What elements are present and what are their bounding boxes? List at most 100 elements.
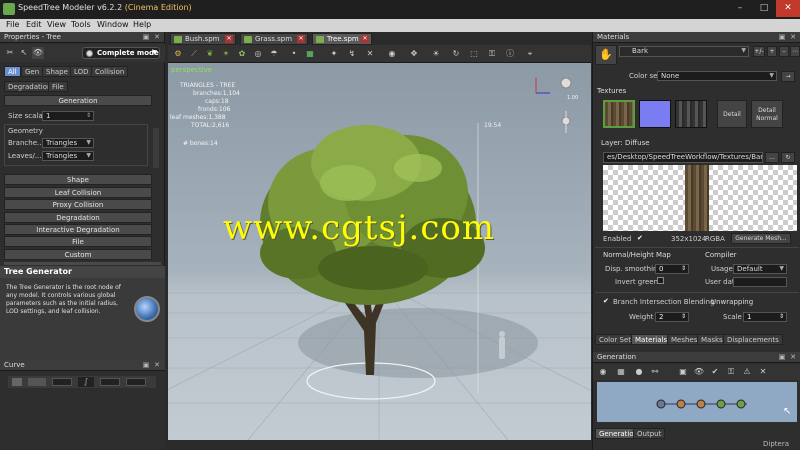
close-panel-icon[interactable]: ✕ [789,33,797,41]
grid-icon[interactable]: ▦ [304,48,316,60]
info-icon[interactable]: ⓘ [504,48,516,60]
specular-texture-thumb[interactable] [675,100,707,128]
user-data-input[interactable] [733,277,787,287]
tab-displacements[interactable]: Displacements [723,334,783,345]
tab-tree[interactable]: Tree.spm ✕ [312,33,372,45]
scale-input[interactable]: 1 ⇕ [743,312,787,322]
curve-copy-icon[interactable] [28,378,46,386]
lamp-icon[interactable]: ☀ [430,48,442,60]
check-icon[interactable]: ✔ [709,366,721,378]
minimize-button[interactable]: – [728,0,752,17]
cursor-icon[interactable]: ⌖ [524,48,536,60]
tools-icon[interactable]: ✂ [4,47,16,59]
curve-min-field[interactable] [100,378,120,386]
texture-path-field[interactable]: es/Desktop/SpeedTreeWorkflow/Textures/Ba… [603,152,763,163]
section-proxy-collision[interactable]: Proxy Collision [4,199,152,210]
section-file[interactable]: File [4,236,152,247]
add-remove-material-button[interactable]: +/- [753,46,765,57]
splitter[interactable] [4,262,161,265]
mesh-icon[interactable]: ✿ [236,48,248,60]
menu-tools[interactable]: Tools [71,20,91,29]
close-panel-icon[interactable]: ✕ [789,353,797,361]
tab-shape[interactable]: Shape [42,66,72,77]
tab-collision[interactable]: Collision [91,66,129,77]
invert-green-checkbox[interactable] [657,277,664,284]
help-pointer-icon[interactable]: ↖ [18,47,30,59]
eye-icon[interactable]: 👁 [693,366,705,378]
eye-icon[interactable]: 👁 [32,47,44,59]
diffuse-texture-thumb[interactable] [603,100,635,128]
float-icon[interactable]: ▣ [778,33,786,41]
box-icon[interactable]: ▣ [677,366,689,378]
menu-file[interactable]: File [6,20,19,29]
light-icon[interactable]: ✦ [328,48,340,60]
menu-view[interactable]: View [47,20,66,29]
usage-select[interactable]: Default ▼ [733,264,787,274]
close-icon[interactable]: ✕ [225,35,233,43]
section-shape[interactable]: Shape [4,174,152,185]
leaves-select[interactable]: Triangles ▼ [42,151,94,161]
point-icon[interactable]: • [288,48,300,60]
normal-texture-thumb[interactable] [639,100,671,128]
curve-max-field[interactable] [126,378,146,386]
zone-icon[interactable]: ◎ [252,48,264,60]
menu-window[interactable]: Window [97,20,129,29]
tab-grass[interactable]: Grass.spm ✕ [240,33,308,45]
lock-icon[interactable]: ⚿ [725,366,737,378]
warning-icon[interactable]: ⚠ [741,366,753,378]
tab-materials[interactable]: Materials [631,334,672,345]
browse-button[interactable]: ... [765,152,779,163]
remove-material-button[interactable]: – [779,46,789,57]
detail-texture-button[interactable]: Detail [717,100,747,128]
mode-selector[interactable]: Complete mode ▼ [82,47,160,59]
settings-icon[interactable]: ⚙ [172,48,184,60]
generation-graph[interactable]: ↖ [597,382,797,422]
rotate-icon[interactable]: ↻ [450,48,462,60]
3d-viewport[interactable]: perspective TRIANGLES - TREE branches:1,… [168,63,591,440]
add-material-button[interactable]: + [767,46,777,57]
tab-output[interactable]: Output [633,428,666,439]
tab-lod[interactable]: LOD [70,66,93,77]
stats-icon[interactable]: ↯ [346,48,358,60]
curve-shape-icon[interactable]: ∫ [78,377,94,387]
material-menu-button[interactable]: ⋯ [790,46,800,57]
enabled-check-icon[interactable]: ✔ [637,234,643,242]
frond-icon[interactable]: ✶ [220,48,232,60]
section-leaf-collision[interactable]: Leaf Collision [4,187,152,198]
tab-gen[interactable]: Gen [21,66,44,77]
wind-icon[interactable]: ☂ [268,48,280,60]
camera-icon[interactable]: ◉ [386,48,398,60]
move-icon[interactable]: ✥ [408,48,420,60]
scrollbar[interactable] [153,128,159,168]
weight-input[interactable]: 2 ⇕ [655,312,689,322]
disp-smoothing-input[interactable]: 0 ⇕ [655,264,689,274]
close-icon[interactable]: ✕ [361,35,369,43]
color-set-select[interactable]: None ▼ [657,71,777,81]
float-icon[interactable]: ▣ [778,353,786,361]
menu-edit[interactable]: Edit [26,20,42,29]
tab-all[interactable]: All [4,66,21,77]
menu-help[interactable]: Help [133,20,151,29]
maximize-button[interactable]: □ [752,0,776,17]
leaf-icon[interactable]: ❦ [204,48,216,60]
branch-blend-check-icon[interactable]: ✔ [603,297,609,305]
curve-preset-icon[interactable] [12,378,22,386]
branch-icon[interactable]: ⟋ [188,48,200,60]
close-window-button[interactable]: ✕ [776,0,800,17]
grid-icon[interactable]: ▦ [615,366,627,378]
section-custom[interactable]: Custom [4,249,152,260]
close-panel-icon[interactable]: ✕ [153,33,161,41]
section-degradation[interactable]: Degradation [4,212,152,223]
tab-file[interactable]: File [48,81,68,92]
delete-icon[interactable]: ✕ [757,366,769,378]
float-icon[interactable]: ▣ [142,361,150,369]
section-interactive-degradation[interactable]: Interactive Degradation [4,224,152,235]
frame-icon[interactable]: ⬚ [468,48,480,60]
hand-tool-icon[interactable]: ✋ [595,45,617,65]
node-icon[interactable]: ● [633,366,645,378]
generation-section-button[interactable]: Generation [4,95,152,106]
size-scalar-input[interactable]: 1 ⇕ [42,111,94,121]
lock-icon[interactable]: ⚿ [486,48,498,60]
close-panel-icon[interactable]: ✕ [153,361,161,369]
color-set-arrow-button[interactable]: → [781,71,795,82]
